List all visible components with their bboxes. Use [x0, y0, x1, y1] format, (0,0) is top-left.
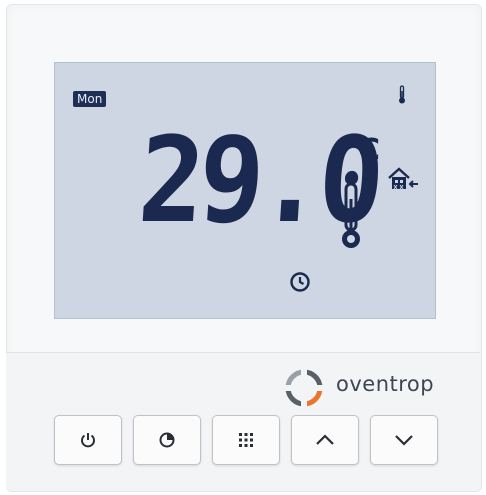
power-button[interactable] [54, 415, 122, 465]
thermometer-icon [399, 85, 405, 104]
brand-name: oventrop [336, 372, 435, 396]
chevron-up-icon [316, 434, 334, 445]
oventrop-logo-icon [284, 368, 324, 408]
power-icon [81, 433, 95, 448]
decrease-button[interactable] [370, 415, 438, 465]
clock-icon [290, 272, 310, 292]
day-indicator: Mon [73, 91, 107, 107]
house-window-heating-icon [388, 167, 418, 190]
timer-icon [159, 432, 175, 448]
chevron-down-icon [395, 435, 413, 446]
increase-button[interactable] [291, 415, 359, 465]
grid-menu-icon [239, 433, 253, 447]
lcd-screen: Mon 29.0 °C [54, 62, 436, 319]
menu-button[interactable] [212, 415, 280, 465]
timer-button[interactable] [133, 415, 201, 465]
temperature-unit: °C [343, 133, 381, 168]
thermometer-icon [342, 182, 360, 248]
